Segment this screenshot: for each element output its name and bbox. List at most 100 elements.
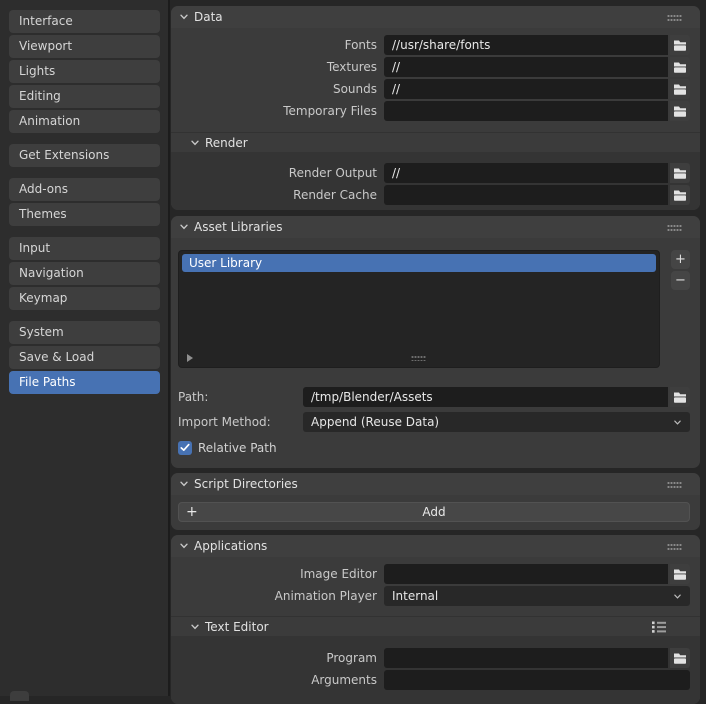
panel-applications-header[interactable]: Applications (171, 535, 700, 557)
program-label: Program (326, 651, 377, 665)
render-output-path-input[interactable] (384, 163, 668, 183)
textures-browse-button[interactable] (670, 57, 690, 77)
sidebar-item-file-paths[interactable]: File Paths (9, 371, 160, 394)
sidebar-item-lights[interactable]: Lights (9, 60, 160, 83)
panel-applications-body: Image Editor Animation Player Internal T… (171, 557, 700, 704)
library-path-label: Path: (178, 390, 209, 404)
sidebar-item-system[interactable]: System (9, 321, 160, 344)
panel-drag-grip-icon[interactable] (667, 13, 682, 21)
sidebar-item-save-load[interactable]: Save & Load (9, 346, 160, 369)
panel-asset-libraries-header[interactable]: Asset Libraries (171, 216, 700, 238)
render-output-label: Render Output (288, 166, 377, 180)
subpanel-render-header[interactable]: Render (171, 133, 700, 152)
arguments-label: Arguments (311, 673, 377, 687)
sidebar-item-navigation[interactable]: Navigation (9, 262, 160, 285)
chevron-down-icon (180, 14, 188, 20)
render-output-browse-button[interactable] (670, 163, 690, 183)
import-method-row: Import Method: Append (Reuse Data) (178, 412, 690, 432)
library-path-browse-button[interactable] (670, 387, 690, 407)
chevron-down-icon (180, 543, 188, 549)
sounds-path-input[interactable] (384, 79, 668, 99)
chevron-down-icon (180, 224, 188, 230)
subpanel-text-editor-header[interactable]: Text Editor (171, 617, 700, 636)
temporary-files-path-input[interactable] (384, 101, 668, 121)
render-output-row: Render Output (178, 163, 690, 183)
image-editor-path-input[interactable] (384, 564, 668, 584)
fonts-label: Fonts (344, 38, 377, 52)
subpanel-render: Render Render Output Render Cache (171, 132, 700, 210)
panel-drag-grip-icon[interactable] (667, 223, 682, 231)
program-path-input[interactable] (384, 648, 668, 668)
nav-menu-button[interactable] (10, 691, 29, 701)
sidebar-item-animation[interactable]: Animation (9, 110, 160, 133)
relative-path-checkbox[interactable] (178, 440, 192, 455)
sidebar-item-editing[interactable]: Editing (9, 85, 160, 108)
chevron-down-icon (180, 481, 188, 487)
sidebar-item-themes[interactable]: Themes (9, 203, 160, 226)
render-cache-browse-button[interactable] (670, 185, 690, 205)
sidebar-item-input[interactable]: Input (9, 237, 160, 260)
add-asset-library-button[interactable]: + (671, 250, 690, 269)
folder-icon (674, 40, 686, 51)
add-script-directory-button[interactable]: + Add (178, 502, 690, 522)
asset-library-list-footer (187, 353, 651, 363)
render-cache-path-input[interactable] (384, 185, 668, 205)
sidebar-item-keymap[interactable]: Keymap (9, 287, 160, 310)
program-row: Program (178, 648, 690, 668)
fonts-row: Fonts (178, 35, 690, 55)
panel-applications: Applications Image Editor Animation Play… (171, 535, 700, 704)
animation-player-row: Animation Player Internal (178, 586, 690, 606)
asset-library-list[interactable]: User Library (178, 250, 660, 368)
chevron-down-icon (674, 593, 681, 599)
image-editor-browse-button[interactable] (670, 564, 690, 584)
library-path-input[interactable] (303, 387, 668, 407)
textures-row: Textures (178, 57, 690, 77)
chevron-down-icon (674, 419, 681, 425)
program-browse-button[interactable] (670, 648, 690, 668)
folder-icon (674, 62, 686, 73)
panel-script-directories-header[interactable]: Script Directories (171, 473, 700, 495)
folder-icon (674, 190, 686, 201)
panel-data-header[interactable]: Data (171, 6, 700, 28)
animation-player-label: Animation Player (274, 589, 377, 603)
asset-library-list-item[interactable]: User Library (182, 254, 656, 272)
fonts-path-input[interactable] (384, 35, 668, 55)
subpanel-text-editor-body: Program Arguments (171, 636, 700, 704)
sidebar-group-extensions: Get Extensions (9, 144, 160, 167)
panel-drag-grip-icon[interactable] (667, 542, 682, 550)
import-method-label: Import Method: (178, 415, 271, 429)
sounds-browse-button[interactable] (670, 79, 690, 99)
import-method-dropdown[interactable]: Append (Reuse Data) (303, 412, 690, 432)
asset-libraries-body: User Library + − Path: /tmp/Blender/Asse… (171, 238, 700, 468)
asset-library-list-buttons: + − (671, 250, 690, 368)
textures-label: Textures (326, 60, 377, 74)
temporary-files-browse-button[interactable] (670, 101, 690, 121)
chevron-down-icon (191, 624, 199, 629)
render-cache-label: Render Cache (293, 188, 377, 202)
sidebar-group-addons: Add-ons Themes (9, 178, 160, 226)
preferences-sidebar: Interface Viewport Lights Editing Animat… (0, 0, 168, 696)
animation-player-dropdown[interactable]: Internal (384, 586, 690, 606)
library-path-row: Path: (178, 387, 690, 407)
chevron-down-icon (191, 140, 199, 145)
sidebar-item-addons[interactable]: Add-ons (9, 178, 160, 201)
list-resize-grip-icon[interactable] (411, 355, 426, 361)
import-method-value: Append (Reuse Data) (311, 415, 440, 429)
sidebar-item-get-extensions[interactable]: Get Extensions (9, 144, 160, 167)
fonts-browse-button[interactable] (670, 35, 690, 55)
panel-script-directories: Script Directories + Add (171, 473, 700, 530)
folder-icon (674, 84, 686, 95)
remove-asset-library-button[interactable]: − (671, 271, 690, 290)
plus-icon: + (186, 504, 198, 520)
list-filter-expander-icon[interactable] (187, 354, 193, 362)
file-paths-content: Data Fonts Textures Sounds (170, 0, 706, 704)
sidebar-item-viewport[interactable]: Viewport (9, 35, 160, 58)
panel-drag-grip-icon[interactable] (667, 480, 682, 488)
relative-path-row: Relative Path (178, 440, 690, 455)
arguments-input[interactable] (384, 670, 690, 690)
bullet-list-icon[interactable] (651, 620, 668, 634)
sidebar-item-interface[interactable]: Interface (9, 10, 160, 33)
textures-path-input[interactable] (384, 57, 668, 77)
panel-data: Data Fonts Textures Sounds (171, 6, 700, 210)
folder-icon (674, 392, 686, 403)
